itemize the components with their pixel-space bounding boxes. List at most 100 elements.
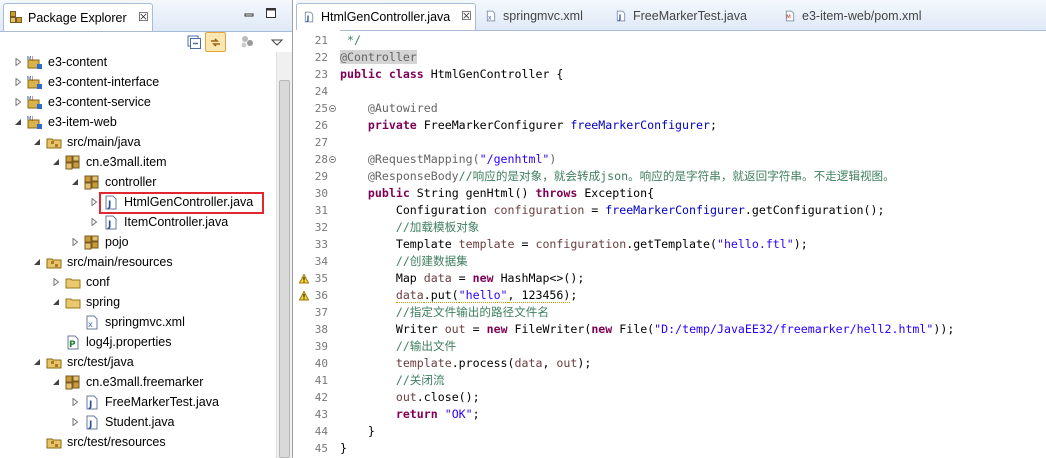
tree-item-label: conf [86,275,110,289]
expand-arrow-icon[interactable] [71,418,79,426]
expand-arrow-icon[interactable] [52,278,60,286]
code-token: .put( [423,288,459,303]
code-area[interactable]: */ @Controller public class HtmlGenControl… [340,30,1046,458]
scrollbar-thumb[interactable] [279,80,290,458]
svg-text:x: x [88,320,93,329]
focus-on-active-task-icon[interactable] [238,33,256,51]
editor-tab-label: FreeMarkerTest.java [633,9,747,23]
tree-item[interactable]: src/main/java [0,132,276,152]
tree-item[interactable]: J Student.java [0,412,276,432]
editor-tab[interactable]: J FreeMarkerTest.java [609,3,769,30]
collapse-arrow-icon[interactable] [33,138,41,146]
tree-item[interactable]: controller [0,172,276,192]
code-token: out [444,322,466,336]
code-token: @Controller [340,50,417,64]
svg-text:J: J [31,96,33,102]
tree-item[interactable]: conf [0,272,276,292]
tree-item[interactable]: src/main/resources [0,252,276,272]
code-line: //输出文件 [340,338,456,355]
package-icon [65,375,80,390]
collapse-arrow-icon[interactable] [71,178,79,186]
package-explorer-tab[interactable]: Package Explorer ☒ [3,3,153,31]
tree-scrollbar[interactable] [276,52,292,458]
view-menu-icon[interactable] [268,33,286,51]
line-number: 21 [314,34,328,47]
tree-item[interactable]: pojo [0,232,276,252]
tree-item[interactable]: M Je3-item-web [0,112,276,132]
expand-arrow-icon[interactable] [14,58,22,66]
collapse-arrow-icon[interactable] [52,158,60,166]
code-token: configuration [535,237,627,251]
collapse-arrow-icon[interactable] [33,358,41,366]
fold-toggle-icon[interactable] [329,156,336,163]
java-file-icon: J [105,215,117,230]
xml-file-icon: x [86,315,98,330]
line-number: 30 [314,187,328,200]
tree-item[interactable]: x springmvc.xml [0,312,276,332]
tree-item[interactable]: src/test/java [0,352,276,372]
code-token: = [584,203,606,217]
code-token: ; [709,118,717,132]
editor-tab[interactable]: x springmvc.xml [479,3,604,30]
warning-icon[interactable] [299,274,309,284]
expand-arrow-icon[interactable] [71,398,79,406]
code-token: class [388,67,424,81]
expand-arrow-icon[interactable] [90,198,98,206]
line-number: 31 [314,204,328,217]
maven-project-icon: MJ [27,116,42,129]
tree-item[interactable]: J ItemController.java [0,212,276,232]
collapse-all-icon[interactable] [185,33,203,51]
tree-item[interactable]: M Je3-content [0,52,276,72]
folder-icon [65,278,81,289]
close-view-icon[interactable]: ☒ [138,10,149,24]
maximize-icon[interactable] [266,8,276,18]
tree-item[interactable]: src/test/resources [0,432,276,452]
collapse-arrow-icon[interactable] [33,258,41,266]
package-explorer-tabbar: Package Explorer ☒ [0,0,292,32]
tree-item[interactable]: Plog4j.properties [0,332,276,352]
expand-arrow-icon[interactable] [14,78,22,86]
tree-item[interactable]: M Je3-content-service [0,92,276,112]
editor-tab[interactable]: J HtmlGenController.java ☒ [296,3,476,30]
tree-item[interactable]: cn.e3mall.freemarker [0,372,276,392]
expand-arrow-icon[interactable] [14,98,22,106]
tree-item[interactable]: J FreeMarkerTest.java [0,392,276,412]
tree-item[interactable]: spring [0,292,276,312]
editor-tab[interactable]: Me3-item-web/pom.xml [778,3,938,30]
tree-item-label: e3-content-interface [48,75,160,89]
collapse-arrow-icon[interactable] [52,298,60,306]
code-line: return "OK"; [340,406,480,423]
maven-pom-icon: M [785,10,795,22]
collapse-arrow-icon[interactable] [52,378,60,386]
code-token: @Autowired [367,101,438,115]
expand-arrow-icon[interactable] [71,238,79,246]
warning-icon[interactable] [299,291,309,301]
code-token: freeMarkerConfigurer [605,203,745,217]
line-number: 37 [314,306,328,319]
minimize-icon[interactable] [244,8,254,18]
expand-arrow-icon[interactable] [90,218,98,226]
code-token: File( [612,322,655,336]
project-tree: M Je3-content M Je3-content-interface M Je3-c… [0,52,276,458]
code-line: //指定文件输出的路径文件名 [340,304,549,321]
source-folder-icon [46,438,62,449]
svg-text:J: J [618,13,622,21]
link-with-editor-button[interactable] [205,32,226,52]
tree-item[interactable]: cn.e3mall.item [0,152,276,172]
tree-item[interactable]: M Je3-content-interface [0,72,276,92]
code-token: "hello.ftl" [716,237,794,251]
collapse-arrow-icon[interactable] [14,118,22,126]
close-tab-icon[interactable]: ☒ [461,9,472,23]
fold-toggle-icon[interactable] [329,105,336,112]
line-number: 40 [314,357,328,370]
code-line: Writer out = new FileWriter(new File("D:… [340,321,955,338]
code-token: //加载模板对象 [395,220,480,234]
java-file-icon: J [304,11,314,22]
